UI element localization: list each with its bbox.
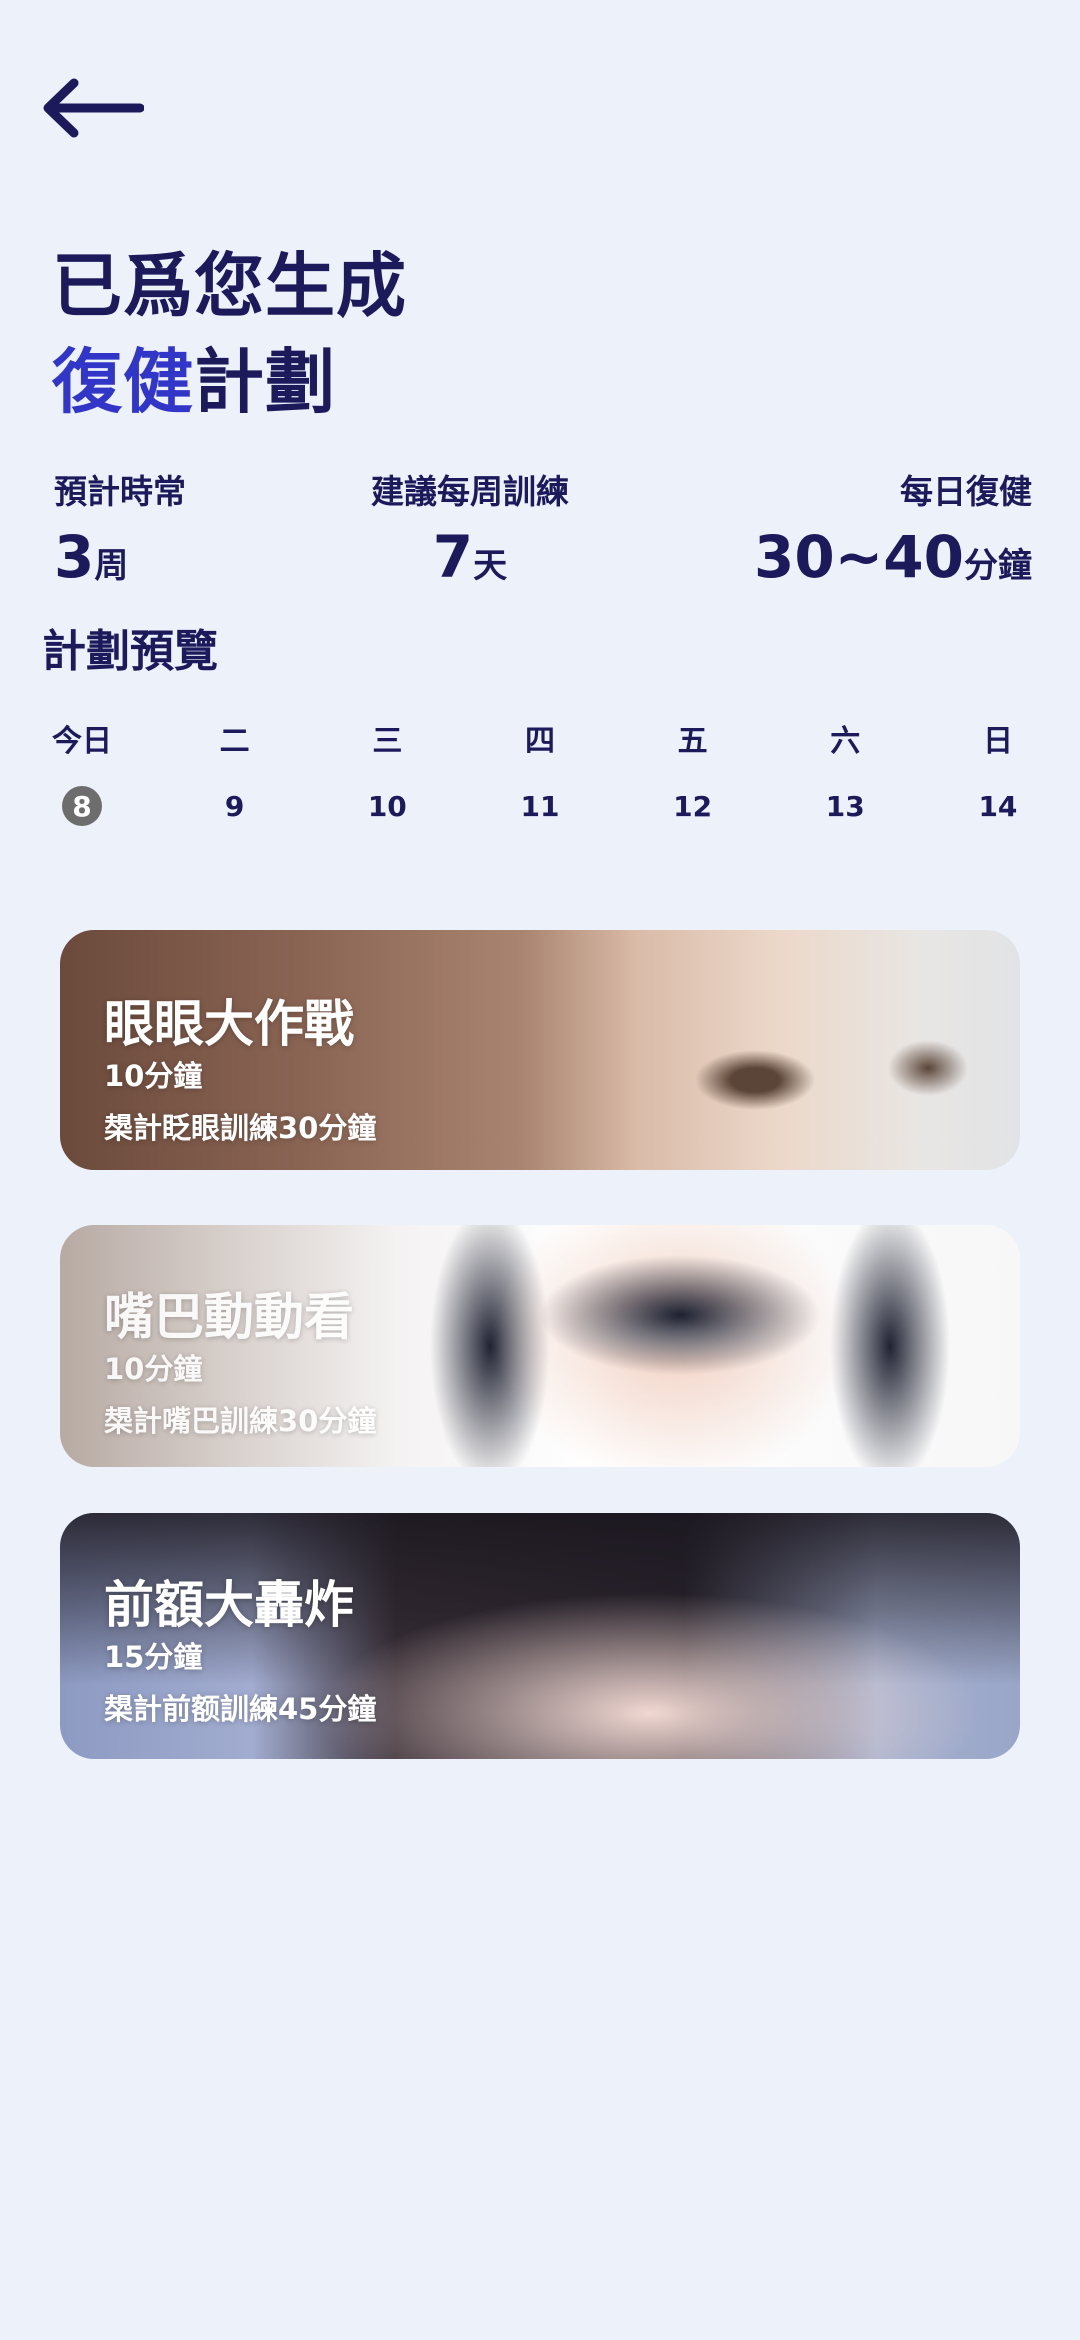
card-text: 眼眼大作戰 10分鐘 槼計眨眼訓練30分鐘 [104, 992, 376, 1148]
card-total: 槼計眨眼訓練30分鐘 [104, 1111, 377, 1145]
title-accent: 復健 [52, 341, 194, 423]
card-total: 槼計嘴巴訓練30分鐘 [104, 1404, 377, 1438]
stat-duration-unit: 周 [94, 546, 129, 586]
day-name: 二 [219, 724, 250, 759]
day-item[interactable]: 三 10 [345, 720, 429, 826]
stat-weekly-training: 建議每周訓練 7天 [371, 470, 569, 605]
card-total: 槼計前额訓練45分鐘 [104, 1692, 377, 1726]
day-item[interactable]: 今日 8 [40, 720, 124, 826]
day-name: 五 [677, 724, 708, 759]
day-name: 四 [524, 724, 555, 759]
day-item[interactable]: 四 11 [498, 720, 582, 826]
stat-daily-unit: 分鐘 [964, 546, 1032, 586]
page-title: 已爲您生成 復健計劃 [52, 238, 407, 430]
day-name: 六 [830, 724, 861, 759]
plan-stats: 預計時常 3周 建議每周訓練 7天 每日復健 30~40分鐘 [54, 470, 1032, 605]
day-date: 11 [520, 789, 560, 823]
stat-weekly-label: 建議每周訓練 [370, 472, 569, 511]
week-calendar: 今日 8 二 9 三 10 四 11 五 12 六 13 日 14 [40, 720, 1040, 826]
title-rest: 計劃 [194, 341, 336, 423]
day-item[interactable]: 二 9 [193, 720, 277, 826]
rehab-plan-page: 已爲您生成 復健計劃 預計時常 3周 建議每周訓練 7天 每日復健 30~40分… [0, 0, 1080, 2340]
stat-duration-value: 3周 [54, 524, 186, 605]
stat-duration: 預計時常 3周 [54, 470, 186, 605]
day-date: 13 [825, 789, 865, 823]
arrow-left-icon [43, 78, 144, 138]
exercise-card-mouth[interactable]: 嘴巴動動看 10分鐘 槼計嘴巴訓練30分鐘 [60, 1225, 1020, 1467]
card-text: 前額大轟炸 15分鐘 槼計前额訓練45分鐘 [104, 1573, 376, 1729]
stat-weekly-unit: 天 [473, 546, 508, 586]
card-duration: 10分鐘 [104, 1352, 203, 1386]
card-title: 眼眼大作戰 [104, 995, 354, 1053]
day-item[interactable]: 六 13 [803, 720, 887, 826]
stat-weekly-value: 7天 [433, 524, 507, 605]
card-duration: 15分鐘 [104, 1640, 203, 1674]
stat-duration-number: 3 [54, 523, 95, 591]
stat-duration-label: 預計時常 [54, 472, 186, 511]
card-title: 前額大轟炸 [104, 1576, 354, 1634]
stat-daily-label: 每日復健 [900, 472, 1032, 511]
day-name: 今日 [52, 724, 112, 759]
day-item[interactable]: 五 12 [651, 720, 735, 826]
day-date: 9 [224, 789, 245, 823]
stat-daily-number: 30~40 [753, 523, 964, 591]
stat-weekly-number: 7 [432, 523, 474, 591]
day-name: 日 [982, 724, 1013, 759]
day-date: 10 [367, 789, 407, 823]
title-line-1: 已爲您生成 [52, 245, 407, 327]
day-name: 三 [372, 724, 403, 759]
day-date: 12 [673, 789, 713, 823]
exercise-card-forehead[interactable]: 前額大轟炸 15分鐘 槼計前额訓練45分鐘 [60, 1513, 1020, 1759]
day-item[interactable]: 日 14 [956, 720, 1040, 826]
title-line-2: 復健計劃 [52, 334, 407, 430]
stat-daily-value: 30~40分鐘 [754, 524, 1032, 605]
preview-title: 計劃預覽 [42, 626, 218, 677]
stat-daily-rehab: 每日復健 30~40分鐘 [754, 470, 1032, 605]
day-date-today: 8 [62, 786, 102, 826]
exercise-card-eyes[interactable]: 眼眼大作戰 10分鐘 槼計眨眼訓練30分鐘 [60, 930, 1020, 1170]
card-text: 嘴巴動動看 10分鐘 槼計嘴巴訓練30分鐘 [104, 1285, 376, 1441]
back-button[interactable] [40, 68, 160, 148]
day-date: 14 [978, 789, 1018, 823]
card-duration: 10分鐘 [104, 1059, 203, 1093]
card-title: 嘴巴動動看 [104, 1288, 354, 1346]
